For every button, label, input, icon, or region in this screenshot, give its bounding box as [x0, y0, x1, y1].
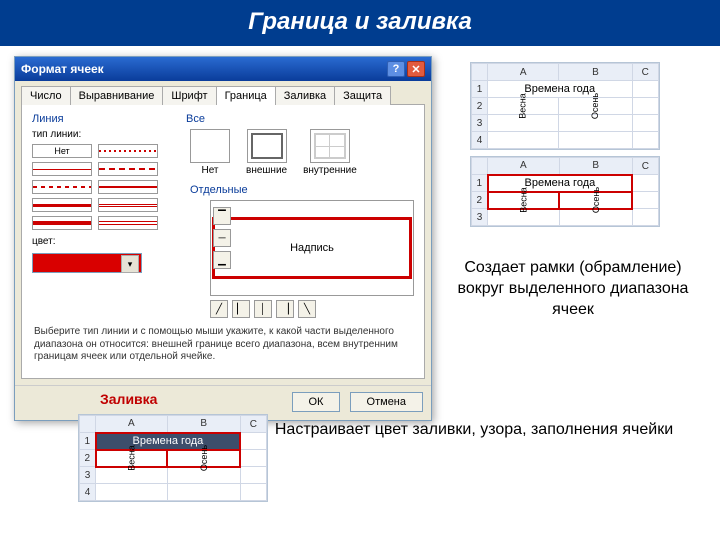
preview-text: Надпись: [290, 242, 334, 254]
line-style-2[interactable]: [32, 162, 92, 176]
corner-cell: [472, 64, 488, 81]
cancel-button[interactable]: Отмена: [350, 392, 423, 412]
color-label: цвет:: [32, 236, 172, 247]
example-grid-bordered: A B C 1 Времена года 2 Весна Осень 3: [470, 156, 660, 227]
slide-title: Граница и заливка: [0, 0, 720, 46]
fill-section-label: Заливка: [100, 391, 157, 407]
separate-section-title: Отдельные: [190, 184, 414, 196]
line-style-9[interactable]: [98, 216, 158, 230]
line-section-title: Линия: [32, 113, 172, 125]
border-middle-h-button[interactable]: ─: [213, 229, 231, 247]
help-icon[interactable]: ?: [387, 61, 405, 77]
close-icon[interactable]: ✕: [407, 61, 425, 77]
preset-outline[interactable]: внешние: [246, 129, 287, 176]
tab-number[interactable]: Число: [21, 86, 71, 105]
merged-cell: Времена года: [488, 81, 633, 98]
border-middle-v-button[interactable]: │: [254, 300, 272, 318]
tab-strip: Число Выравнивание Шрифт Граница Заливка…: [15, 81, 431, 104]
line-style-8[interactable]: [32, 216, 92, 230]
line-style-5[interactable]: [98, 180, 158, 194]
border-preview[interactable]: ▔ ─ ▁ Надпись: [210, 200, 414, 296]
line-style-7[interactable]: [98, 198, 158, 212]
border-left-button[interactable]: ▏: [232, 300, 250, 318]
preset-inside[interactable]: внутренние: [303, 129, 357, 176]
tab-fill[interactable]: Заливка: [275, 86, 335, 105]
line-style-3[interactable]: [98, 162, 158, 176]
line-style-none[interactable]: Нет: [32, 144, 92, 158]
example-grid-plain: A B C 1Времена года 2ВеснаОсень 3 4: [470, 62, 660, 150]
dialog-help-text: Выберите тип линии и с помощью мыши укаж…: [34, 326, 412, 364]
border-bottom-button[interactable]: ▁: [213, 251, 231, 269]
format-cells-dialog: Формат ячеек ? ✕ Число Выравнивание Шриф…: [14, 56, 432, 421]
caption-borders: Создает рамки (обрамление) вокруг выделе…: [446, 258, 700, 320]
tab-protection[interactable]: Защита: [334, 86, 391, 105]
tab-alignment[interactable]: Выравнивание: [70, 86, 164, 105]
example-grid-fill: A B C 1 Времена года 2 Весна Осень 3 4: [78, 414, 268, 502]
preset-none[interactable]: Нет: [190, 129, 230, 176]
all-section-title: Все: [186, 113, 414, 125]
dialog-title: Формат ячеек: [21, 62, 104, 76]
tab-panel-border: Линия тип линии: Нет цвет:: [21, 104, 425, 379]
border-diag-up-button[interactable]: ╱: [210, 300, 228, 318]
line-style-4[interactable]: [32, 180, 92, 194]
line-style-1[interactable]: [98, 144, 158, 158]
dialog-titlebar: Формат ячеек ? ✕: [15, 57, 431, 81]
line-style-picker[interactable]: Нет: [32, 144, 172, 230]
tab-font[interactable]: Шрифт: [162, 86, 216, 105]
border-right-button[interactable]: ▕: [276, 300, 294, 318]
border-diag-down-button[interactable]: ╲: [298, 300, 316, 318]
line-style-6[interactable]: [32, 198, 92, 212]
ok-button[interactable]: ОК: [292, 392, 341, 412]
caption-fill: Настраивает цвет заливки, узора, заполне…: [264, 420, 684, 441]
line-type-label: тип линии:: [32, 129, 172, 140]
col-header: C: [632, 64, 659, 81]
border-top-button[interactable]: ▔: [213, 207, 231, 225]
col-header: A: [488, 64, 559, 81]
col-header: B: [559, 64, 632, 81]
line-color-picker[interactable]: [32, 253, 142, 273]
tab-border[interactable]: Граница: [216, 86, 276, 105]
